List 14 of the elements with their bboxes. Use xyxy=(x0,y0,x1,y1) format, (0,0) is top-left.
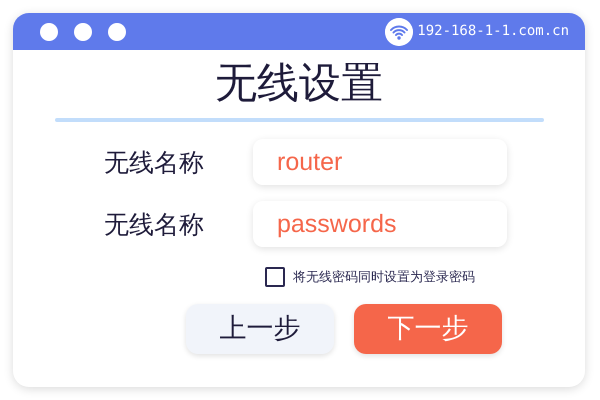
back-button[interactable]: 上一步 xyxy=(186,304,334,354)
next-button[interactable]: 下一步 xyxy=(354,304,502,354)
wifi-icon xyxy=(385,18,414,46)
checkbox[interactable] xyxy=(265,267,285,288)
site-address: 192-168-1-1.com.cn xyxy=(417,22,569,41)
field-label: 无线名称 xyxy=(104,146,204,179)
text-field[interactable]: passwords xyxy=(253,201,507,248)
window-dot xyxy=(40,22,58,40)
page-title: 无线设置 xyxy=(215,58,383,107)
field-label: 无线名称 xyxy=(104,208,204,241)
text-field[interactable]: router xyxy=(253,139,507,186)
window-dot xyxy=(74,22,92,40)
window-dot xyxy=(108,22,126,40)
checkbox-label: 将无线密码同时设置为登录密码 xyxy=(293,268,475,287)
